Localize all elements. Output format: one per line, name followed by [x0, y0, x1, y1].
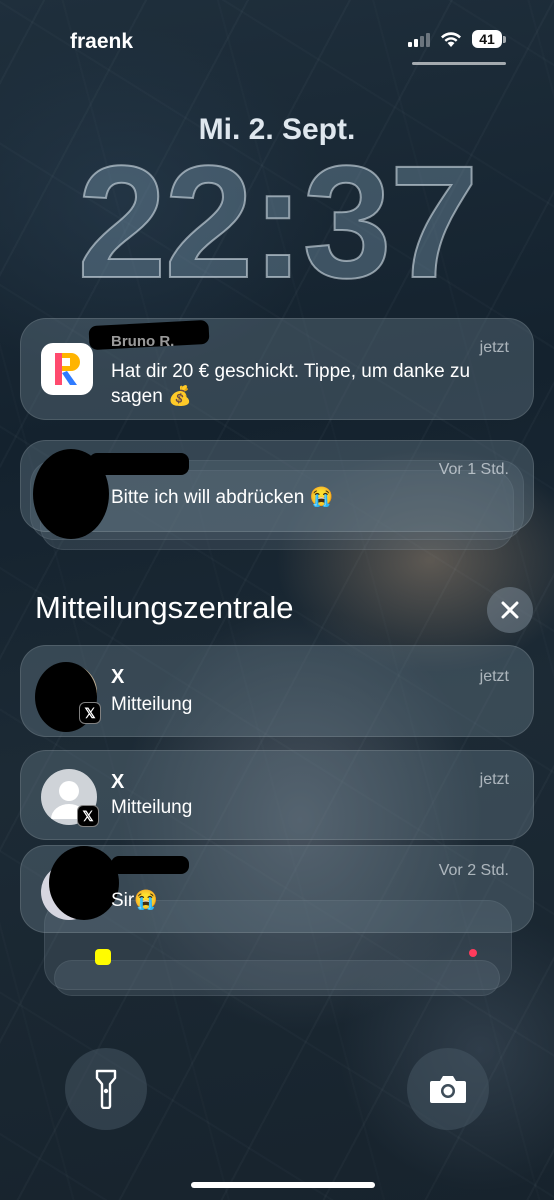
redaction-mark	[49, 846, 119, 920]
notification-title: X	[111, 771, 125, 793]
camera-button[interactable]	[407, 1048, 489, 1130]
redaction-mark	[111, 856, 189, 874]
notification-body: Sir😭	[111, 890, 158, 911]
signal-icon	[408, 31, 430, 47]
clear-notifications-button[interactable]	[487, 587, 533, 633]
flashlight-icon	[95, 1069, 117, 1109]
app-r-icon	[41, 343, 93, 395]
carrier-name: fraenk	[70, 30, 134, 53]
battery-level: 41	[472, 30, 502, 48]
notification-body: Bitte ich will abdrücken 😭	[111, 487, 334, 508]
notification-card[interactable]: 𝕏 X jetzt Mitteilung	[20, 750, 534, 840]
notification-body: Mitteilung	[111, 694, 193, 715]
x-app-badge-icon: 𝕏	[77, 805, 99, 827]
notification-card[interactable]: Vor 1 Std. Bitte ich will abdrücken 😭	[20, 440, 534, 539]
notification-time: jetzt	[479, 668, 509, 685]
home-indicator[interactable]	[191, 1182, 375, 1188]
lockscreen-time: 22:37	[76, 132, 479, 311]
notification-time: jetzt	[479, 771, 509, 788]
notification-card[interactable]: 𝕏 X jetzt Mitteilung	[20, 645, 534, 737]
notification-card[interactable]: Bruno R. jetzt Hat dir 20 € geschickt. T…	[20, 318, 534, 420]
notification-body: Hat dir 20 € geschickt. Tippe, um danke …	[111, 361, 471, 407]
notification-body: Mitteilung	[111, 797, 193, 818]
unread-dot	[469, 949, 477, 957]
close-icon	[501, 601, 519, 619]
notification-title: X	[111, 666, 125, 688]
wifi-icon	[441, 31, 461, 47]
battery-icon: 41	[472, 30, 506, 48]
x-app-badge-icon: 𝕏	[79, 702, 101, 724]
redaction-mark	[89, 453, 189, 475]
notification-time: Vor 2 Std.	[438, 862, 509, 879]
snapchat-icon	[95, 949, 111, 965]
control-center-indicator[interactable]	[412, 62, 506, 65]
notification-title: Bruno R.	[111, 333, 175, 350]
notification-center-title: Mitteilungszentrale	[35, 590, 294, 625]
camera-icon	[430, 1076, 466, 1103]
notification-time: Vor 1 Std.	[438, 461, 509, 478]
notification-time: jetzt	[479, 339, 509, 356]
status-icons: 41	[408, 30, 506, 48]
flashlight-button[interactable]	[65, 1048, 147, 1130]
notification-card[interactable]: Vor 2 Std. Sir😭	[20, 845, 534, 933]
